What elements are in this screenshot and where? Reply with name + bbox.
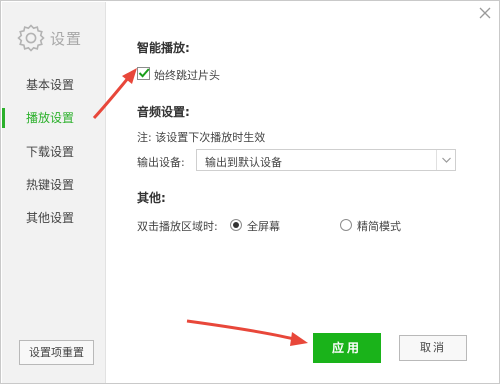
output-device-value: 输出到默认设备 bbox=[205, 156, 282, 169]
close-button[interactable] bbox=[477, 5, 493, 21]
fullscreen-radio-label: 全屏幕 bbox=[247, 220, 280, 233]
skip-intro-label: 始终跳过片头 bbox=[154, 69, 220, 82]
app-logo: 设置 bbox=[16, 22, 96, 56]
dropdown-toggle[interactable] bbox=[436, 150, 455, 170]
apply-button[interactable]: 应用 bbox=[313, 333, 381, 363]
sidebar-item-basic[interactable]: 基本设置 bbox=[2, 72, 106, 98]
cancel-button[interactable]: 取消 bbox=[399, 335, 467, 361]
smart-play-heading: 智能播放: bbox=[137, 41, 190, 55]
compact-mode-radio[interactable] bbox=[340, 219, 352, 231]
settings-window: 设置 基本设置 播放设置 下载设置 热键设置 其他设置 设置项重置 智能播放: … bbox=[0, 0, 500, 384]
compact-mode-radio-label: 精简模式 bbox=[357, 220, 401, 233]
sidebar-item-other[interactable]: 其他设置 bbox=[2, 205, 106, 231]
output-device-label: 输出设备: bbox=[137, 156, 185, 169]
audio-note: 注: 该设置下次播放时生效 bbox=[137, 131, 266, 144]
gear-icon bbox=[17, 24, 45, 52]
output-device-select[interactable]: 输出到默认设备 bbox=[196, 149, 456, 171]
sidebar: 设置 基本设置 播放设置 下载设置 热键设置 其他设置 设置项重置 bbox=[2, 2, 106, 383]
sidebar-item-download[interactable]: 下载设置 bbox=[2, 139, 106, 165]
sidebar-item-hotkey[interactable]: 热键设置 bbox=[2, 172, 106, 198]
double-click-label: 双击播放区域时: bbox=[137, 220, 218, 233]
checkmark-icon bbox=[138, 68, 150, 78]
other-heading: 其他: bbox=[137, 191, 166, 205]
annotation-arrow-icon bbox=[186, 319, 308, 346]
sidebar-item-playback[interactable]: 播放设置 bbox=[2, 105, 106, 131]
reset-settings-button[interactable]: 设置项重置 bbox=[19, 340, 94, 365]
fullscreen-radio[interactable] bbox=[230, 219, 242, 231]
audio-heading: 音频设置: bbox=[137, 105, 190, 119]
close-icon bbox=[479, 7, 491, 19]
chevron-down-icon bbox=[442, 157, 451, 163]
skip-intro-checkbox[interactable] bbox=[137, 67, 150, 80]
app-title: 设置 bbox=[50, 30, 83, 48]
